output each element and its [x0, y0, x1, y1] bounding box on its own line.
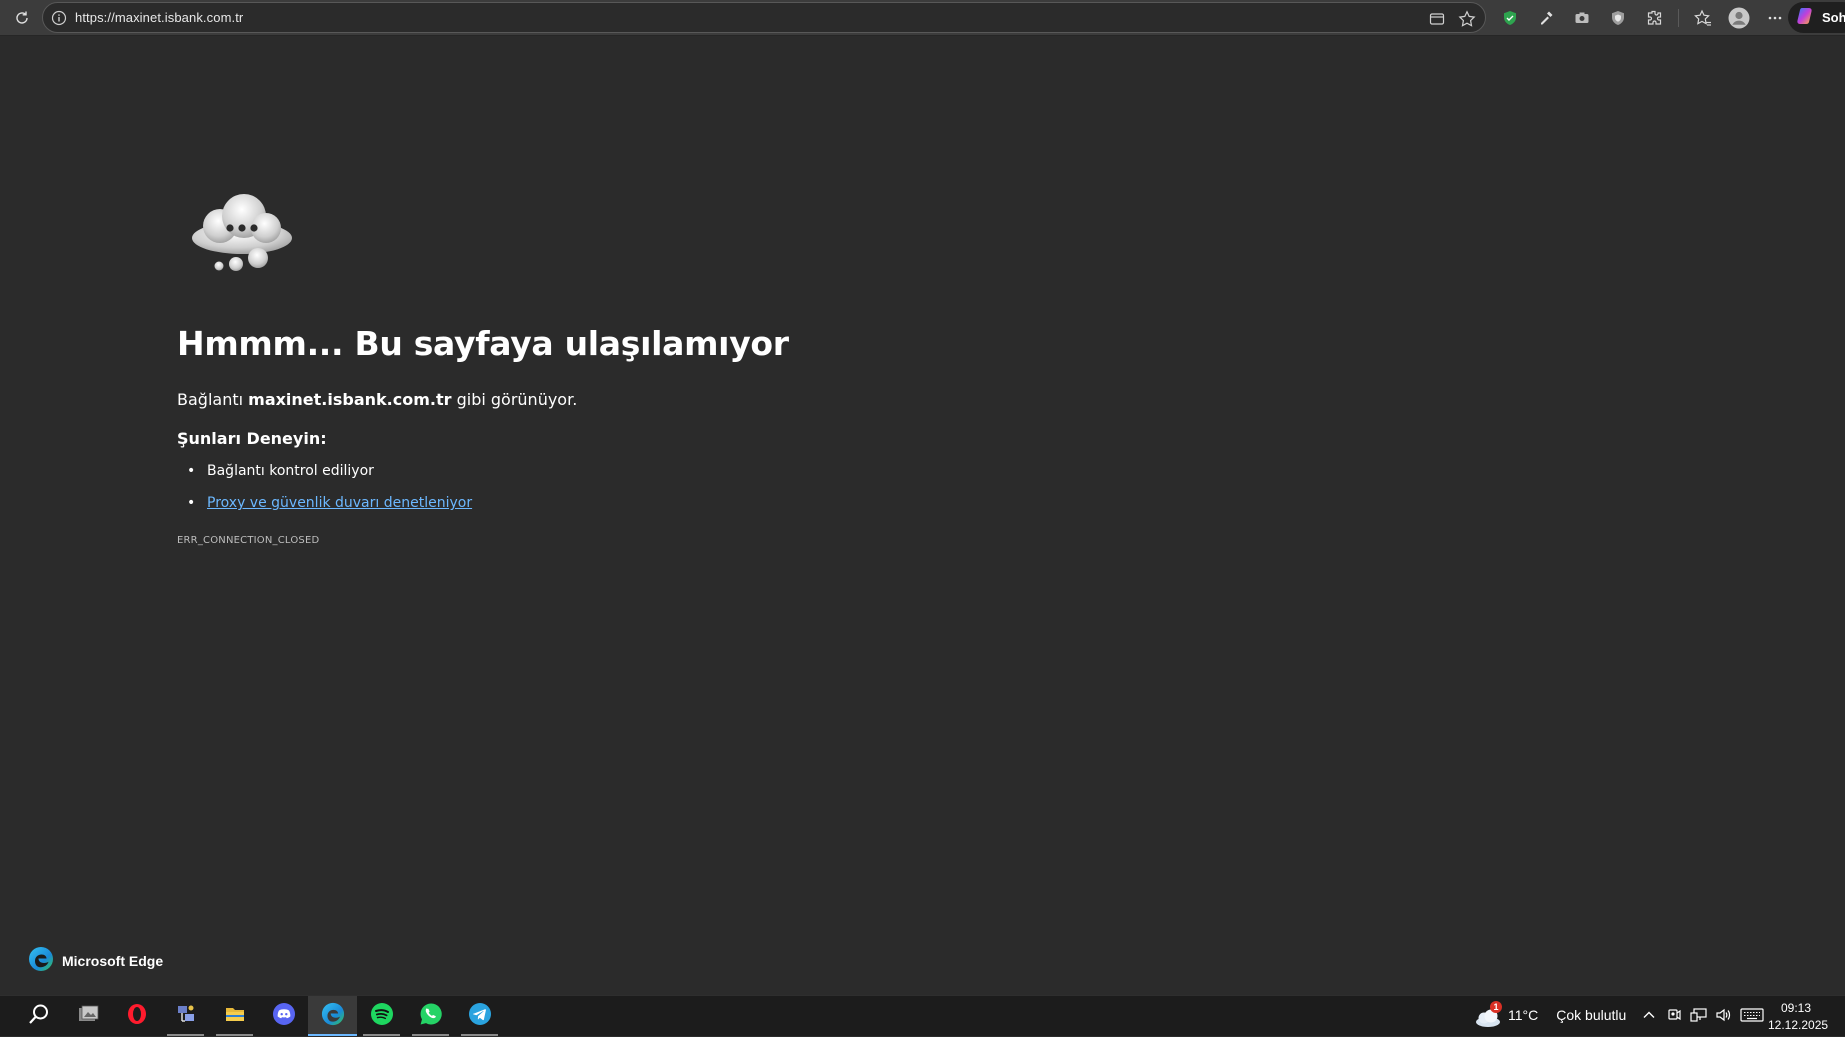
clock-date: 12.12.2025 — [1768, 1018, 1829, 1032]
desc-suffix: gibi görünüyor. — [451, 390, 578, 409]
chevron-up-icon[interactable] — [1640, 1006, 1658, 1024]
taskbar-spotify[interactable] — [357, 996, 406, 1036]
eyedropper-icon[interactable] — [1528, 6, 1564, 30]
error-code: ERR_CONNECTION_CLOSED — [177, 535, 320, 546]
desc-prefix: Bağlantı — [177, 390, 249, 409]
keyboard-icon[interactable] — [1740, 1006, 1764, 1024]
taskbar-opera[interactable] — [112, 996, 161, 1036]
system-tray — [1640, 1006, 1764, 1024]
extensions-icon[interactable] — [1636, 6, 1672, 30]
taskbar-search[interactable] — [14, 996, 63, 1036]
taskbar-telegram[interactable] — [455, 996, 504, 1036]
copilot-button[interactable]: Sohb — [1788, 2, 1845, 33]
whatsapp-icon — [419, 1002, 443, 1030]
taskbar-network-tool[interactable] — [161, 996, 210, 1036]
brand-label: Microsoft Edge — [62, 953, 164, 969]
site-info-icon[interactable] — [51, 10, 67, 26]
try-heading: Şunları Deneyin: — [177, 429, 327, 448]
taskbar-whatsapp[interactable] — [406, 996, 455, 1036]
meet-now-icon[interactable] — [1665, 1006, 1683, 1024]
edge-taskbar-icon — [321, 1002, 345, 1030]
taskbar-file-explorer[interactable] — [210, 996, 259, 1036]
privacy-badger-icon[interactable] — [1600, 6, 1636, 30]
network-tool-icon — [175, 1003, 197, 1029]
copilot-label: Sohb — [1822, 10, 1845, 25]
clock-time: 09:13 — [1780, 1001, 1812, 1015]
edge-logo-icon — [28, 946, 54, 976]
copilot-icon — [1796, 6, 1816, 30]
photos-icon — [77, 1004, 99, 1028]
address-bar[interactable]: https://maxinet.isbank.com.tr — [42, 2, 1486, 33]
search-icon — [28, 1003, 50, 1029]
camera-icon[interactable] — [1564, 6, 1600, 30]
volume-icon[interactable] — [1715, 1006, 1733, 1024]
suggestion-item: Proxy ve güvenlik duvarı denetleniyor — [177, 492, 472, 524]
brand: Microsoft Edge — [28, 946, 163, 976]
suggestion-check-connection: Bağlantı kontrol ediliyor — [207, 463, 374, 479]
network-icon[interactable] — [1690, 1006, 1708, 1024]
read-view-icon[interactable] — [1427, 9, 1447, 29]
weather-alert-badge: 1 — [1490, 1001, 1502, 1013]
weather-widget[interactable]: 1 11°C Çok bulutlu — [1474, 1001, 1626, 1029]
taskbar-clock[interactable]: 09:13 12.12.2025 — [1768, 1000, 1829, 1034]
error-description: Bağlantı maxinet.isbank.com.tr gibi görü… — [177, 390, 577, 409]
taskbar-file-explorer-alt[interactable] — [63, 996, 112, 1036]
telegram-icon — [468, 1002, 492, 1030]
favorites-icon[interactable] — [1685, 6, 1721, 30]
page-title: Hmmm... Bu sayfaya ulaşılamıyor — [177, 324, 789, 363]
shield-extension-icon[interactable] — [1492, 6, 1528, 30]
suggestion-list: Bağlantı kontrol ediliyor Proxy ve güven… — [177, 460, 472, 524]
profile-icon[interactable] — [1721, 6, 1757, 30]
taskbar-edge[interactable] — [308, 996, 357, 1036]
opera-icon — [126, 1003, 148, 1029]
suggestion-item: Bağlantı kontrol ediliyor — [177, 460, 472, 492]
browser-toolbar: https://maxinet.isbank.com.tr Soh — [0, 0, 1845, 36]
taskbar: 1 11°C Çok bulutlu 09:13 12.12.2025 — [0, 995, 1845, 1036]
toolbar-divider — [1678, 9, 1679, 27]
discord-icon — [272, 1002, 296, 1030]
error-cloud-icon — [186, 186, 296, 276]
folder-icon — [224, 1004, 246, 1028]
favorite-star-icon[interactable] — [1457, 9, 1477, 29]
desc-host: maxinet.isbank.com.tr — [248, 390, 452, 409]
cloudy-weather-icon: 1 — [1474, 1001, 1502, 1029]
proxy-firewall-link[interactable]: Proxy ve güvenlik duvarı denetleniyor — [207, 495, 472, 511]
reload-icon[interactable] — [10, 6, 34, 30]
url-text[interactable]: https://maxinet.isbank.com.tr — [75, 10, 243, 25]
spotify-icon — [370, 1002, 394, 1030]
taskbar-discord[interactable] — [259, 996, 308, 1036]
weather-condition: Çok bulutlu — [1556, 1007, 1627, 1023]
weather-temp: 11°C — [1508, 1007, 1539, 1023]
